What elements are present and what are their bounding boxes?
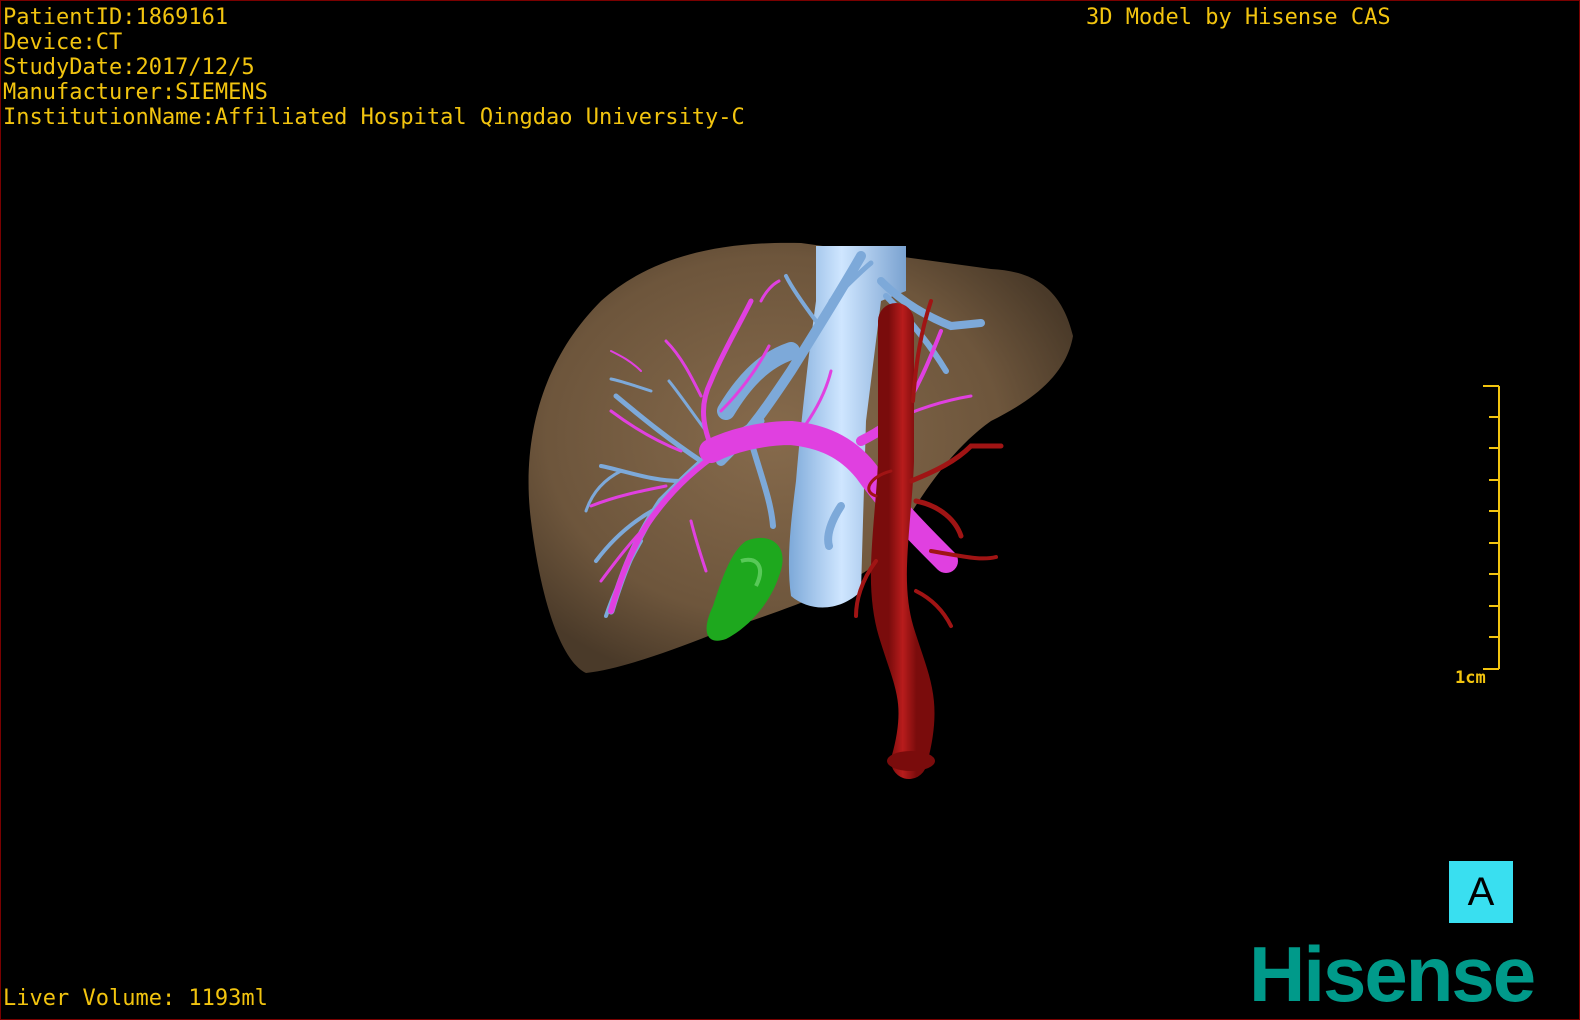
orientation-label: A bbox=[1467, 869, 1495, 914]
3d-viewport[interactable]: PatientID:1869161 Device:CT StudyDate:20… bbox=[0, 0, 1580, 1020]
liver-volume-text: Liver Volume: 1193ml bbox=[3, 986, 268, 1011]
scale-bar-label: 1cm bbox=[1455, 668, 1486, 688]
liver-3d-model[interactable] bbox=[1, 1, 1579, 1019]
orientation-button[interactable]: A bbox=[1449, 861, 1513, 923]
artery-cut-end bbox=[887, 751, 935, 771]
scale-bar bbox=[1483, 385, 1500, 670]
hisense-logo: Hisense bbox=[1249, 930, 1536, 1018]
